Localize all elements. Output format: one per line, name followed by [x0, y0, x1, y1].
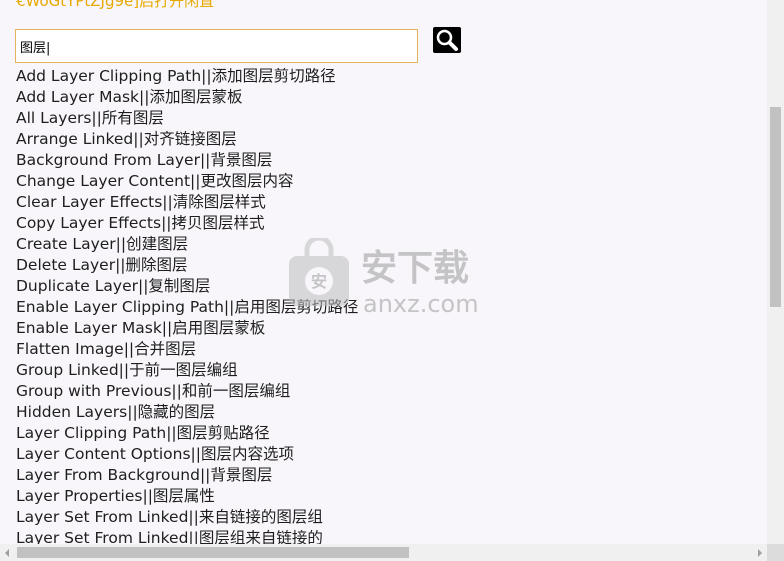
clipped-header-text: €WoGtYPtZJg9e]启打开闲置: [16, 0, 215, 10]
svg-text:安下载: 安下载: [361, 248, 469, 289]
scrollbar-corner: [767, 544, 784, 561]
list-item[interactable]: Layer Clipping Path||图层剪贴路径: [16, 423, 358, 444]
horizontal-scrollbar[interactable]: [0, 544, 767, 561]
results-list: Add Layer Clipping Path||添加图层剪切路径 Add La…: [16, 66, 358, 549]
list-item[interactable]: Add Layer Mask||添加图层蒙板: [16, 87, 358, 108]
list-item[interactable]: Layer From Background||背景图层: [16, 465, 358, 486]
search-button[interactable]: [433, 27, 461, 53]
vertical-scroll-thumb[interactable]: [770, 107, 781, 307]
list-item[interactable]: Clear Layer Effects||清除图层样式: [16, 192, 358, 213]
list-item[interactable]: Flatten Image||合并图层: [16, 339, 358, 360]
list-item[interactable]: Enable Layer Clipping Path||启用图层剪切路径: [16, 297, 358, 318]
list-item[interactable]: Layer Set From Linked||来自链接的图层组: [16, 507, 358, 528]
list-item[interactable]: All Layers||所有图层: [16, 108, 358, 129]
scroll-right-arrow-icon[interactable]: [758, 549, 762, 557]
search-icon: [436, 29, 458, 51]
list-item[interactable]: Delete Layer||删除图层: [16, 255, 358, 276]
list-item[interactable]: Arrange Linked||对齐链接图层: [16, 129, 358, 150]
scroll-left-arrow-icon[interactable]: [5, 549, 9, 557]
vertical-scrollbar[interactable]: [767, 0, 784, 544]
list-item[interactable]: Background From Layer||背景图层: [16, 150, 358, 171]
list-item[interactable]: Add Layer Clipping Path||添加图层剪切路径: [16, 66, 358, 87]
list-item[interactable]: Layer Properties||图层属性: [16, 486, 358, 507]
list-item[interactable]: Hidden Layers||隐藏的图层: [16, 402, 358, 423]
search-input[interactable]: [15, 29, 418, 63]
list-item[interactable]: Group Linked||于前一图层编组: [16, 360, 358, 381]
list-item[interactable]: Layer Content Options||图层内容选项: [16, 444, 358, 465]
list-item[interactable]: Copy Layer Effects||拷贝图层样式: [16, 213, 358, 234]
list-item[interactable]: Duplicate Layer||复制图层: [16, 276, 358, 297]
list-item[interactable]: Group with Previous||和前一图层编组: [16, 381, 358, 402]
svg-text:anxz.com: anxz.com: [363, 290, 479, 318]
list-item[interactable]: Create Layer||创建图层: [16, 234, 358, 255]
list-item[interactable]: Change Layer Content||更改图层内容: [16, 171, 358, 192]
horizontal-scroll-thumb[interactable]: [17, 547, 409, 558]
list-item[interactable]: Enable Layer Mask||启用图层蒙板: [16, 318, 358, 339]
